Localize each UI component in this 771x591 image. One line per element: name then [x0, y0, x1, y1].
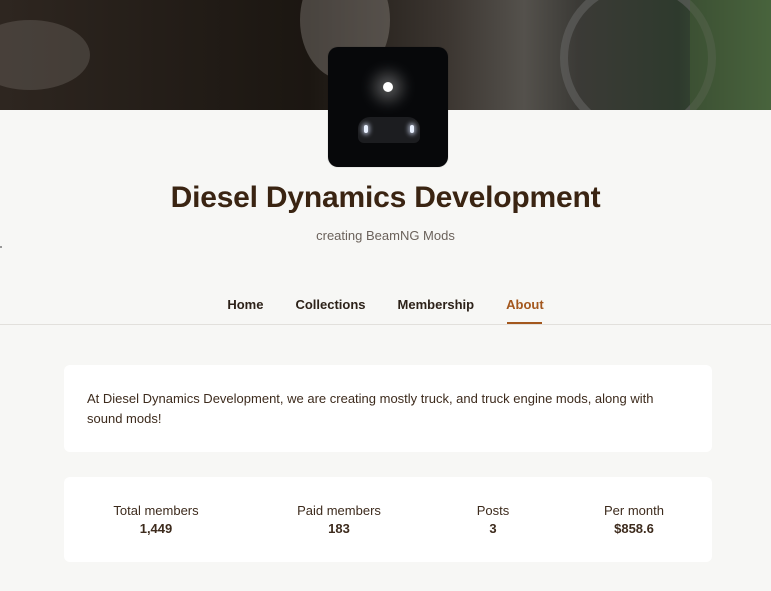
avatar-headlight-right	[410, 125, 414, 133]
stat-label: Posts	[476, 503, 510, 518]
stat-value: 183	[328, 521, 350, 536]
creator-tagline: creating BeamNG Mods	[316, 228, 455, 243]
creator-name: Diesel Dynamics Development	[170, 181, 601, 214]
avatar-light-glow	[383, 82, 393, 92]
stat-value: 3	[489, 521, 497, 536]
stat-paid-members: Paid members 183	[269, 503, 409, 539]
banner-foliage	[690, 0, 771, 110]
about-card: At Diesel Dynamics Development, we are c…	[64, 365, 712, 452]
banner-car-detail	[0, 20, 90, 90]
stat-per-month: Per month $858.6	[564, 503, 704, 539]
tab-about[interactable]: About	[490, 298, 560, 324]
stat-value: $858.6	[614, 521, 654, 536]
stat-label: Per month	[604, 503, 664, 518]
avatar-headlight-left	[364, 125, 368, 133]
tab-collections[interactable]: Collections	[279, 298, 381, 324]
tab-membership[interactable]: Membership	[382, 298, 491, 324]
creator-avatar	[328, 47, 448, 167]
edge-mark	[0, 246, 2, 248]
stat-total-members: Total members 1,449	[86, 503, 226, 539]
stat-value: 1,449	[139, 521, 173, 536]
profile-tabs: Home Collections Membership About	[0, 298, 771, 324]
stat-posts: Posts 3	[423, 503, 563, 539]
about-description: At Diesel Dynamics Development, we are c…	[87, 391, 654, 426]
stat-label: Paid members	[297, 503, 381, 518]
tabs-divider	[0, 324, 771, 325]
stats-card: Total members 1,449 Paid members 183 Pos…	[64, 477, 712, 562]
stat-label: Total members	[113, 503, 199, 518]
tab-home[interactable]: Home	[211, 298, 279, 324]
